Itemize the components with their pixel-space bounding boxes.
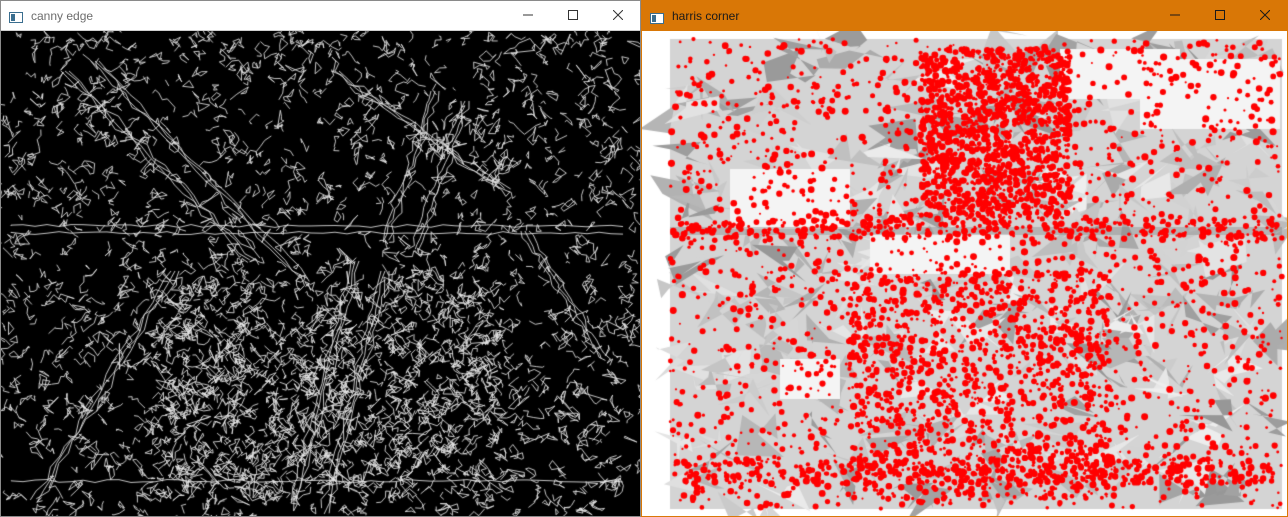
minimize-icon	[522, 7, 533, 25]
canny-image-area	[1, 31, 640, 516]
minimize-button[interactable]	[1152, 1, 1197, 31]
maximize-button[interactable]	[550, 1, 595, 31]
harris-corner-window[interactable]: harris corner	[641, 0, 1288, 517]
canny-edge-window[interactable]: canny edge	[0, 0, 641, 517]
close-icon	[1259, 7, 1270, 25]
canny-titlebar[interactable]: canny edge	[1, 1, 640, 31]
maximize-button[interactable]	[1197, 1, 1242, 31]
minimize-icon	[1169, 7, 1180, 25]
harris-corner-image	[642, 31, 1287, 516]
app-window-icon	[650, 11, 664, 24]
minimize-button[interactable]	[505, 1, 550, 31]
harris-titlebar[interactable]: harris corner	[642, 1, 1287, 31]
canny-edge-image	[1, 31, 640, 516]
window-title: harris corner	[672, 9, 740, 23]
close-icon	[612, 7, 623, 25]
app-window-icon	[9, 10, 23, 23]
maximize-icon	[1214, 7, 1225, 25]
maximize-icon	[567, 7, 578, 25]
harris-image-area	[642, 31, 1287, 516]
window-title: canny edge	[31, 8, 94, 23]
close-button[interactable]	[1242, 1, 1287, 31]
close-button[interactable]	[595, 1, 640, 31]
